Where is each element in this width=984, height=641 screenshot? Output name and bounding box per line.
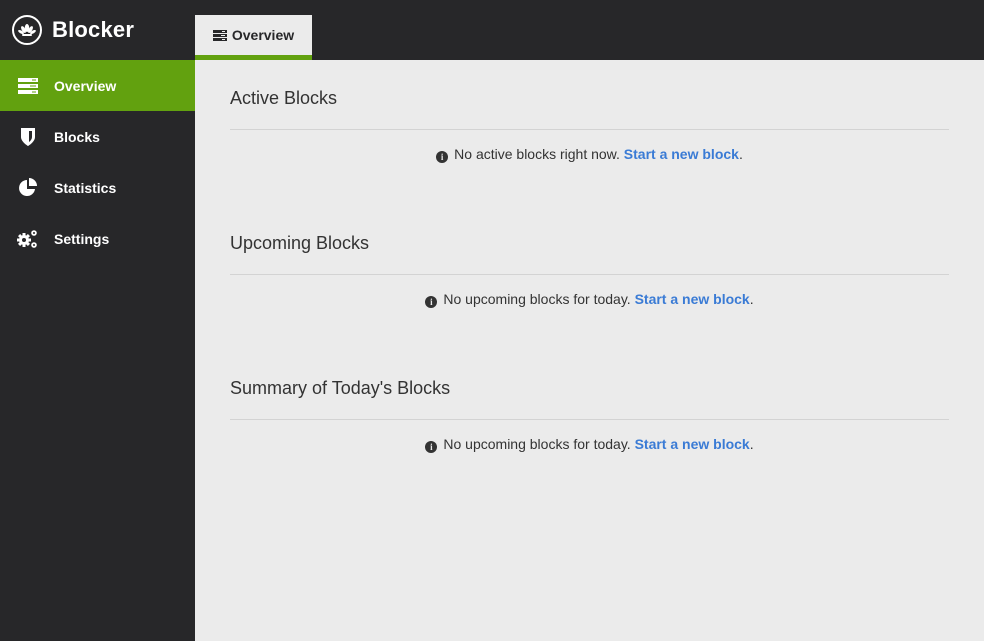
punctuation: . <box>738 146 743 162</box>
sidebar-item-label: Settings <box>54 230 110 247</box>
tab-label: Overview <box>231 27 295 43</box>
empty-message: i No upcoming blocks for today. Start a n… <box>230 291 949 308</box>
active-blocks-section: Active Blocks i No active blocks right no… <box>230 60 949 205</box>
lotus-logo-icon <box>12 15 42 45</box>
divider <box>230 419 949 420</box>
section-title: Upcoming Blocks <box>230 233 370 253</box>
gears-icon <box>17 229 39 249</box>
section-title: Active Blocks <box>230 88 338 108</box>
punctuation: . <box>749 436 754 452</box>
top-bar: Overview <box>195 0 984 60</box>
tab-overview[interactable]: Overview <box>195 15 312 60</box>
message-text: No upcoming blocks for today. <box>443 291 631 307</box>
server-icon <box>17 76 39 96</box>
info-icon: i <box>436 151 449 163</box>
server-icon <box>212 29 227 41</box>
upcoming-blocks-section: Upcoming Blocks i No upcoming blocks for … <box>230 205 949 350</box>
sidebar-item-blocks[interactable]: Blocks <box>0 111 195 162</box>
info-icon: i <box>425 441 438 453</box>
main-content: Active Blocks i No active blocks right no… <box>230 60 949 495</box>
sidebar-item-settings[interactable]: Settings <box>0 213 195 264</box>
divider <box>230 274 949 275</box>
section-title: Summary of Today's Blocks <box>230 378 451 398</box>
punctuation: . <box>749 291 754 307</box>
start-new-block-link[interactable]: Start a new block <box>635 436 750 452</box>
app-title: Blocker <box>52 17 135 42</box>
shield-icon <box>17 127 39 147</box>
sidebar: Blocker Overview Blocks Statistics Setti… <box>0 0 195 641</box>
pie-chart-icon <box>17 177 39 198</box>
brand[interactable]: Blocker <box>0 0 195 60</box>
divider <box>230 129 949 130</box>
sidebar-item-overview[interactable]: Overview <box>0 60 195 111</box>
empty-message: i No upcoming blocks for today. Start a n… <box>230 436 949 453</box>
message-text: No active blocks right now. <box>454 146 620 162</box>
sidebar-item-label: Blocks <box>54 128 100 145</box>
summary-section: Summary of Today's Blocks i No upcoming b… <box>230 350 949 495</box>
sidebar-item-label: Overview <box>54 77 117 94</box>
message-text: No upcoming blocks for today. <box>443 436 631 452</box>
start-new-block-link[interactable]: Start a new block <box>624 146 739 162</box>
start-new-block-link[interactable]: Start a new block <box>635 291 750 307</box>
sidebar-item-label: Statistics <box>54 179 117 196</box>
empty-message: i No active blocks right now. Start a new… <box>230 146 949 163</box>
sidebar-item-statistics[interactable]: Statistics <box>0 162 195 213</box>
info-icon: i <box>425 296 438 308</box>
